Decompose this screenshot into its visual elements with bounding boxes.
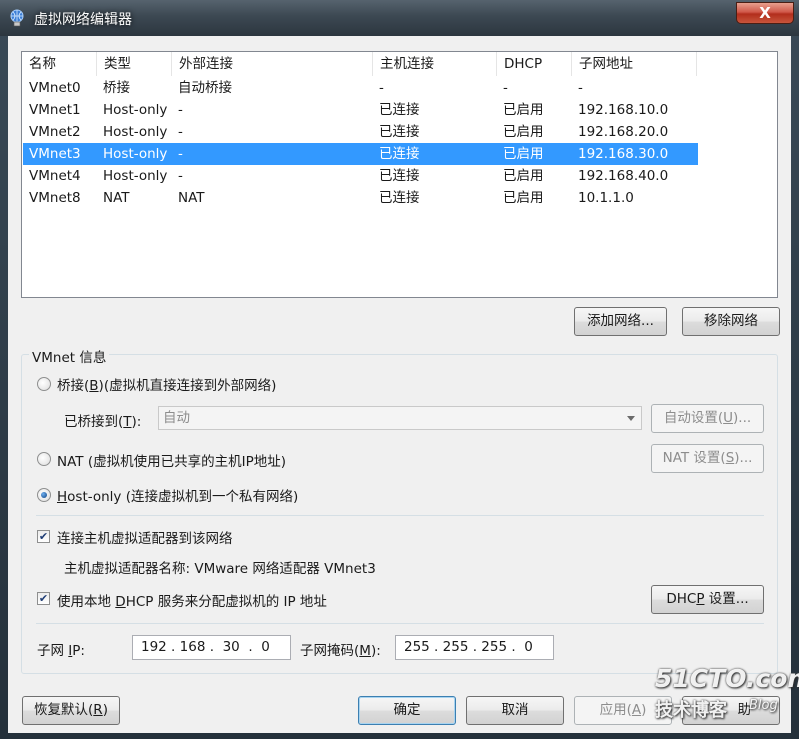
- subnet-mask-input[interactable]: 255 . 255 . 255 . 0: [395, 635, 554, 660]
- bridged-to-label: 已桥接到(T):: [64, 414, 142, 430]
- cancel-button[interactable]: 取消: [466, 696, 564, 725]
- table-row[interactable]: VMnet1 Host-only - 已连接 已启用 192.168.10.0: [23, 99, 698, 121]
- separator: [36, 623, 764, 624]
- table-row[interactable]: VMnet2 Host-only - 已连接 已启用 192.168.20.0: [23, 121, 698, 143]
- cell-external: -: [178, 102, 183, 118]
- title-bar[interactable]: 虚拟网络编辑器 X: [0, 0, 799, 36]
- cell-name: VMnet3: [29, 146, 81, 162]
- watermark-logo: 51CTO.com 技术博客 Blog: [651, 664, 799, 724]
- adapter-name-text: 主机虚拟适配器名称: VMware 网络适配器 VMnet3: [64, 561, 376, 577]
- dialog-client-area: 名称 类型 外部连接 主机连接 DHCP 子网地址 VMnet0 桥接 自动桥接 - -…: [8, 36, 791, 733]
- close-icon: X: [759, 4, 771, 22]
- cell-host: 已连接: [379, 146, 420, 162]
- cell-host: 已连接: [379, 102, 420, 118]
- bridged-to-select[interactable]: 自动: [158, 406, 642, 430]
- nat-label[interactable]: NAT (虚拟机使用已共享的主机IP地址): [57, 450, 286, 470]
- cell-dhcp: 已启用: [503, 146, 544, 162]
- cell-external: -: [178, 168, 183, 184]
- cell-host: 已连接: [379, 190, 420, 206]
- add-network-button[interactable]: 添加网络...: [574, 307, 667, 336]
- cell-type: Host-only: [103, 102, 168, 118]
- use-dhcp-label[interactable]: 使用本地 DHCP 服务来分配虚拟机的 IP 地址: [57, 590, 327, 610]
- remove-network-button[interactable]: 移除网络: [682, 307, 780, 336]
- window-title: 虚拟网络编辑器: [34, 12, 132, 28]
- nat-settings-button[interactable]: NAT 设置(S)...: [651, 444, 764, 473]
- use-dhcp-checkbox[interactable]: ✔: [37, 592, 50, 605]
- bridged-label[interactable]: 桥接(B)(虚拟机直接连接到外部网络): [57, 374, 276, 394]
- cell-type: 桥接: [103, 80, 130, 96]
- cell-name: VMnet0: [29, 80, 81, 96]
- column-header-subnet[interactable]: 子网地址: [572, 52, 697, 76]
- cell-subnet: 192.168.10.0: [578, 102, 669, 118]
- cell-dhcp: 已启用: [503, 168, 544, 184]
- vmnet-info-group: [21, 354, 778, 674]
- checkmark-icon: ✔: [38, 592, 49, 605]
- cell-subnet: 192.168.40.0: [578, 168, 669, 184]
- cell-dhcp: 已启用: [503, 190, 544, 206]
- cell-host: -: [379, 80, 384, 96]
- column-header-type[interactable]: 类型: [97, 52, 172, 76]
- table-row[interactable]: VMnet3 Host-only - 已连接 已启用 192.168.30.0: [23, 143, 698, 165]
- cell-type: Host-only: [103, 168, 168, 184]
- subnet-ip-label: 子网 IP:: [37, 643, 85, 659]
- cell-external: -: [178, 124, 183, 140]
- separator: [36, 515, 764, 516]
- cell-host: 已连接: [379, 124, 420, 140]
- connect-adapter-label[interactable]: 连接主机虚拟适配器到该网络: [57, 527, 233, 547]
- close-button[interactable]: X: [736, 2, 794, 24]
- ok-button[interactable]: 确定: [358, 696, 456, 725]
- cell-type: Host-only: [103, 146, 168, 162]
- cell-dhcp: 已启用: [503, 102, 544, 118]
- restore-defaults-button[interactable]: 恢复默认(R): [22, 696, 120, 725]
- cell-name: VMnet8: [29, 190, 81, 206]
- cell-subnet: 10.1.1.0: [578, 190, 634, 206]
- connect-adapter-checkbox[interactable]: ✔: [37, 530, 50, 543]
- cell-subnet: 192.168.30.0: [578, 146, 669, 162]
- watermark-site: 51CTO.com: [655, 664, 799, 693]
- column-header-dhcp[interactable]: DHCP: [497, 52, 572, 76]
- cell-type: Host-only: [103, 124, 168, 140]
- auto-settings-button[interactable]: 自动设置(U)...: [651, 404, 764, 433]
- table-row[interactable]: VMnet0 桥接 自动桥接 - - -: [23, 77, 698, 99]
- watermark-tagline: 技术博客: [655, 700, 727, 721]
- subnet-mask-label: 子网掩码(M):: [300, 643, 381, 659]
- checkmark-icon: ✔: [38, 530, 49, 543]
- cell-external: -: [178, 146, 183, 162]
- table-row[interactable]: VMnet4 Host-only - 已连接 已启用 192.168.40.0: [23, 165, 698, 187]
- column-header-name[interactable]: 名称: [22, 52, 97, 76]
- subnet-ip-input[interactable]: 192 . 168 . 30 . 0: [132, 635, 291, 660]
- cell-subnet: 192.168.20.0: [578, 124, 669, 140]
- column-header-host[interactable]: 主机连接: [373, 52, 497, 76]
- cell-name: VMnet2: [29, 124, 81, 140]
- column-header-external[interactable]: 外部连接: [172, 52, 373, 76]
- hostonly-radio[interactable]: [37, 488, 51, 502]
- cell-external: NAT: [178, 190, 205, 206]
- cell-type: NAT: [103, 190, 130, 206]
- cell-external: 自动桥接: [178, 80, 232, 96]
- table-row[interactable]: VMnet8 NAT NAT 已连接 已启用 10.1.1.0: [23, 187, 698, 209]
- cell-name: VMnet4: [29, 168, 81, 184]
- list-header: 名称 类型 外部连接 主机连接 DHCP 子网地址: [22, 52, 777, 76]
- watermark-blog: Blog: [749, 698, 778, 713]
- chevron-down-icon: [627, 416, 635, 421]
- bridged-radio[interactable]: [37, 377, 51, 391]
- dhcp-settings-button[interactable]: DHCP 设置...: [651, 585, 764, 614]
- cell-name: VMnet1: [29, 102, 81, 118]
- hostonly-label[interactable]: Host-only (连接虚拟机到一个私有网络): [57, 485, 298, 505]
- cell-subnet: -: [578, 80, 583, 96]
- vmnet-info-title: VMnet 信息: [29, 346, 110, 366]
- cell-dhcp: -: [503, 80, 508, 96]
- nat-radio[interactable]: [37, 452, 51, 466]
- network-globe-icon: [10, 9, 24, 27]
- cell-dhcp: 已启用: [503, 124, 544, 140]
- network-list[interactable]: 名称 类型 外部连接 主机连接 DHCP 子网地址 VMnet0 桥接 自动桥接 - -…: [21, 51, 778, 298]
- cell-host: 已连接: [379, 168, 420, 184]
